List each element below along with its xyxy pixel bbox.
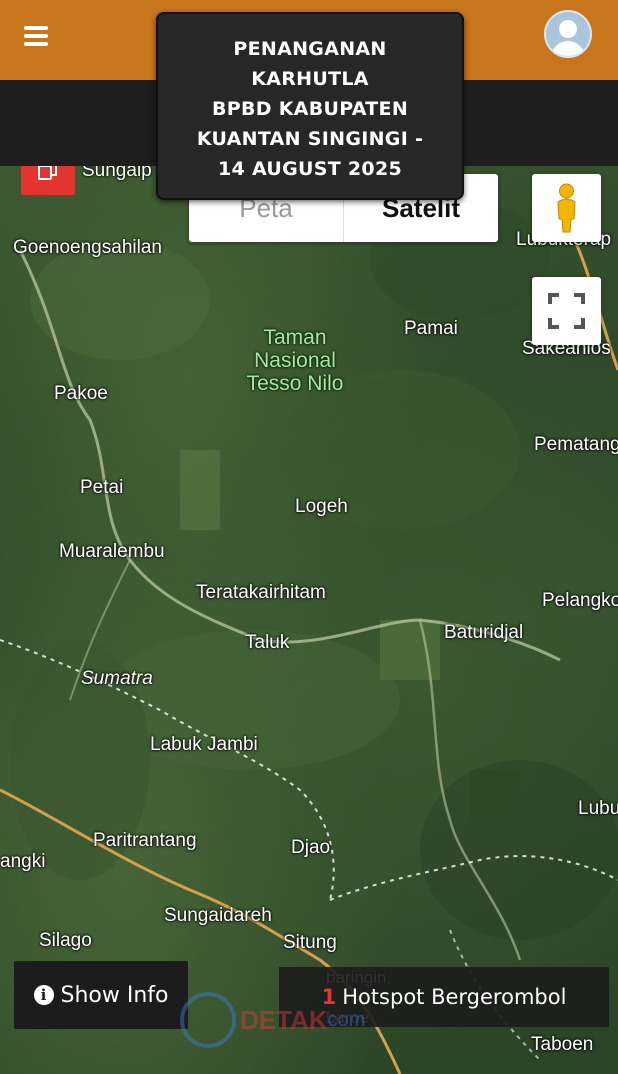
place-label: Silago — [39, 930, 92, 951]
park-label-line: Tesso Nilo — [246, 372, 344, 395]
park-label: Taman Nasional Tesso Nilo — [230, 326, 360, 395]
menu-icon[interactable] — [24, 26, 48, 46]
place-label: Labuk Jambi — [150, 734, 258, 755]
pegman-icon — [557, 183, 576, 233]
page-title-line: PENANGANAN — [233, 38, 387, 60]
place-label: Situng — [283, 932, 337, 953]
place-label: Sumatra — [81, 668, 153, 689]
place-label: Petai — [80, 477, 124, 498]
place-label: Goenoengsahilan — [13, 237, 162, 258]
place-label: Teratakairhitam — [196, 582, 326, 603]
watermark-logo-icon — [180, 992, 236, 1048]
place-label: Taluk — [245, 632, 290, 653]
place-label: Muaralembu — [59, 541, 165, 562]
watermark-logo: DETAK com — [180, 990, 440, 1050]
page-title-line: 14 AUGUST 2025 — [218, 158, 402, 180]
page-title-panel: PENANGANAN KARHUTLA BPBD KABUPATEN KUANT… — [156, 12, 464, 200]
place-label: Pematang — [534, 434, 618, 455]
fullscreen-icon — [548, 293, 585, 329]
show-info-button[interactable]: i Show Info — [14, 961, 188, 1029]
watermark-text: DETAK — [240, 1004, 328, 1035]
place-label: Taboen — [531, 1034, 594, 1055]
show-info-label: Show Info — [60, 982, 169, 1008]
user-avatar[interactable] — [544, 10, 592, 58]
park-label-line: Nasional — [254, 349, 336, 372]
place-label: Sungaidareh — [164, 905, 272, 926]
park-label-line: Taman — [263, 326, 327, 349]
watermark-text-suffix: com — [327, 1008, 366, 1031]
place-label: Logeh — [295, 496, 348, 517]
info-icon: i — [33, 985, 54, 1005]
page-title-line: KARHUTLA — [251, 68, 369, 90]
place-label: Lubu — [578, 798, 618, 819]
street-view-pegman-button[interactable] — [532, 174, 601, 242]
place-label: Paritrantang — [93, 830, 197, 851]
page-title-line: BPBD KABUPATEN — [211, 98, 409, 120]
place-label: Pelangko — [542, 590, 618, 611]
place-label: Djao — [291, 837, 331, 858]
page-title-line: KUANTAN SINGINGI - — [196, 128, 424, 150]
place-label: angki — [0, 851, 46, 872]
place-label: Pamai — [404, 318, 458, 339]
place-label: Baturidjal — [444, 622, 524, 643]
place-label: Pakoe — [54, 383, 108, 404]
fullscreen-button[interactable] — [532, 277, 601, 345]
